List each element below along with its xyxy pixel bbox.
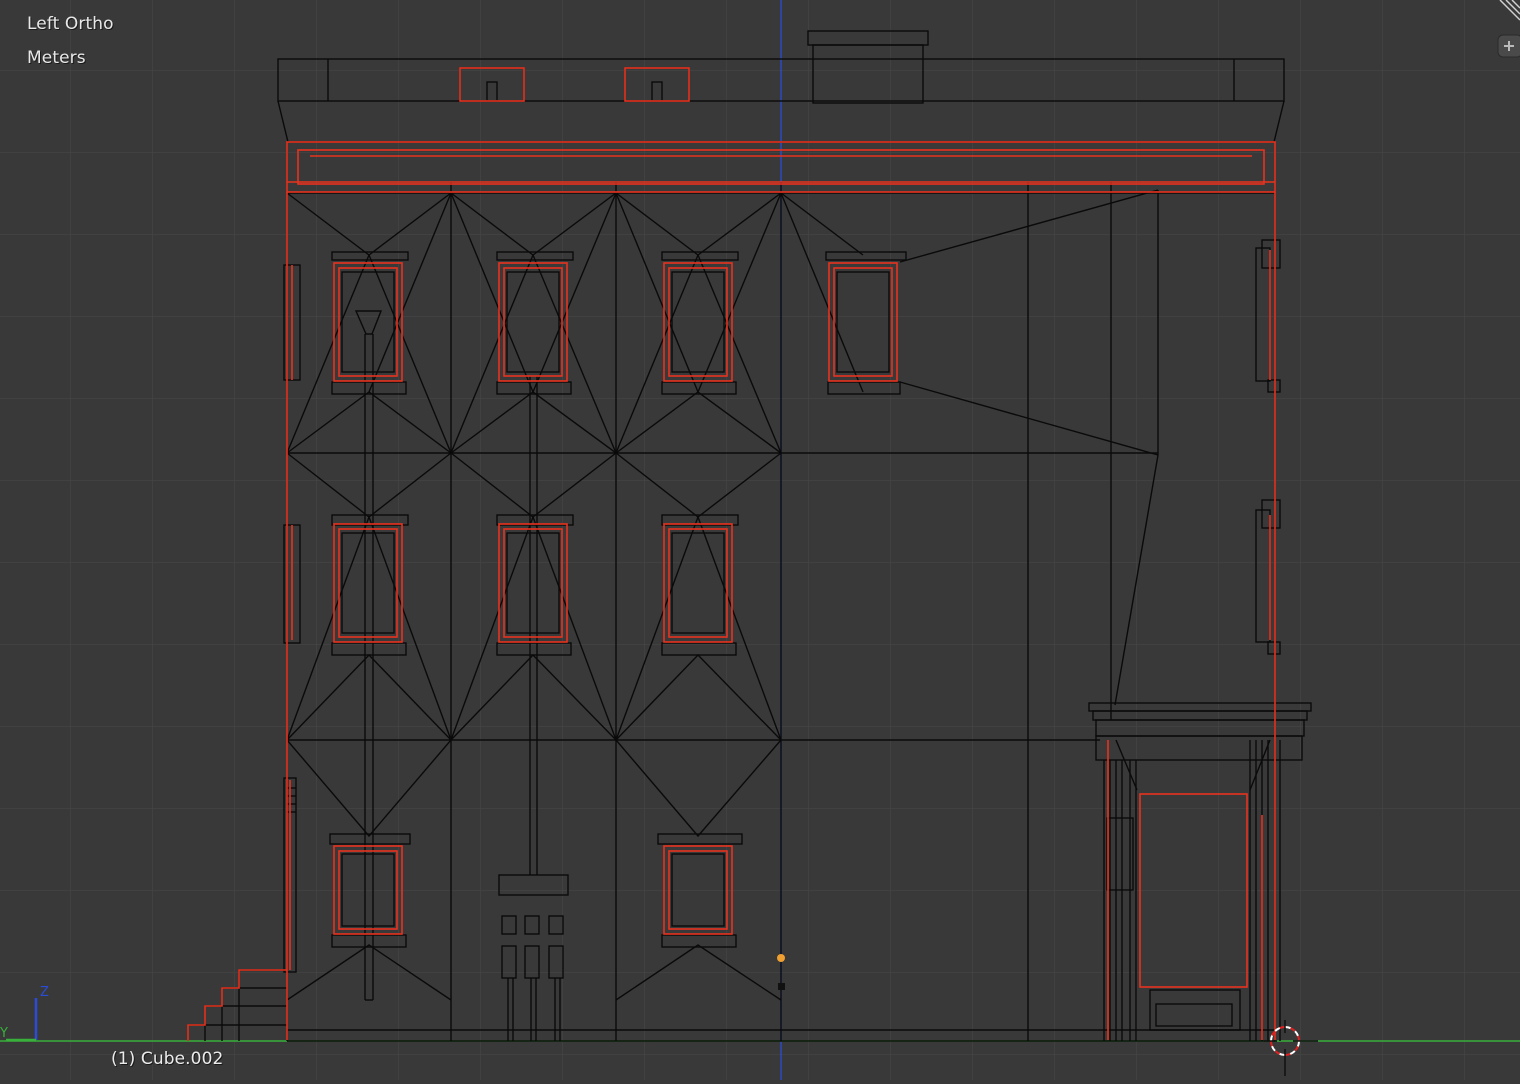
- viewport-canvas[interactable]: Z Y: [0, 0, 1520, 1080]
- view-properties-plus-icon[interactable]: [1497, 34, 1520, 58]
- viewport-grid: [0, 0, 1520, 1080]
- active-object-label: (1) Cube.002: [111, 1049, 224, 1069]
- 3d-viewport[interactable]: Z Y Left Ortho Meters (1) Cube.002: [0, 0, 1520, 1080]
- view-name-label: Left Ortho: [27, 14, 114, 34]
- y-axis-label: Y: [0, 1026, 8, 1041]
- object-origin: [777, 954, 785, 962]
- units-label: Meters: [27, 48, 86, 68]
- z-axis-label: Z: [40, 985, 49, 1000]
